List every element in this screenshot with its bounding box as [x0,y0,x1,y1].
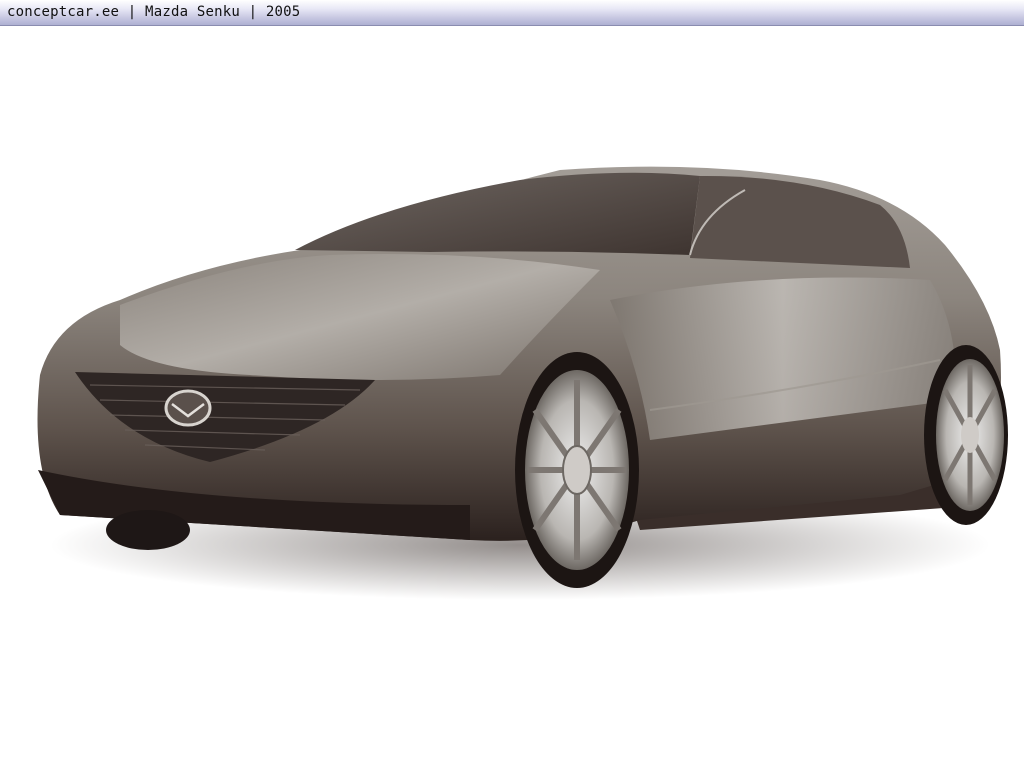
front-wheel [515,352,639,588]
concept-car-illustration [37,166,1008,600]
title-bar: conceptcar.ee | Mazda Senku | 2005 [0,0,1024,26]
car-photo [0,26,1024,768]
mazda-logo [164,389,212,427]
rear-wheel [924,345,1008,525]
page-title: conceptcar.ee | Mazda Senku | 2005 [7,4,301,20]
